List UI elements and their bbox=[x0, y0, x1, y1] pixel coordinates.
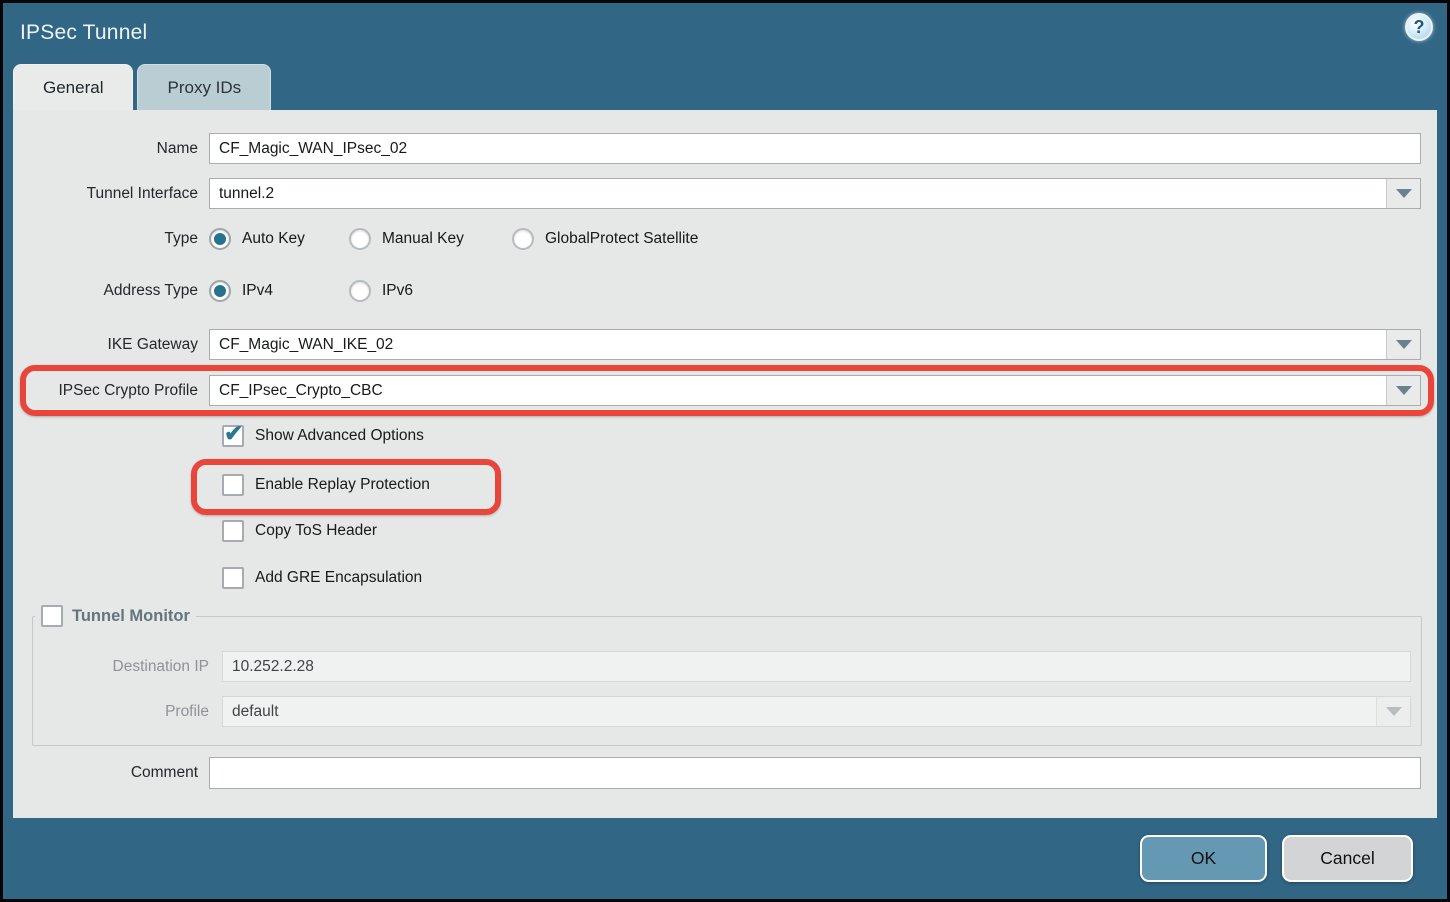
type-label: Type bbox=[13, 230, 209, 248]
tunnel-monitor-checkbox[interactable] bbox=[41, 605, 63, 627]
manual-key-label: Manual Key bbox=[382, 230, 464, 248]
address-type-label: Address Type bbox=[13, 282, 209, 300]
globalprotect-satellite-radio[interactable] bbox=[512, 228, 534, 250]
profile-input bbox=[223, 697, 1376, 726]
enable-replay-protection-checkbox[interactable] bbox=[222, 474, 244, 496]
show-advanced-options-row: Show Advanced Options bbox=[13, 424, 1437, 448]
ipsec-crypto-profile-dropdown-button[interactable] bbox=[1386, 376, 1420, 405]
tunnel-interface-row: Tunnel Interface bbox=[13, 178, 1437, 209]
tab-general[interactable]: General bbox=[13, 64, 133, 110]
help-icon[interactable]: ? bbox=[1405, 13, 1433, 41]
enable-replay-protection-row: Enable Replay Protection bbox=[13, 473, 1437, 497]
auto-key-radio[interactable] bbox=[209, 228, 231, 250]
dialog-titlebar: IPSec Tunnel ? bbox=[3, 3, 1447, 63]
destination-ip-row: Destination IP bbox=[33, 651, 1421, 682]
copy-tos-header-checkbox[interactable] bbox=[222, 520, 244, 542]
radio-option-globalprotect-satellite: GlobalProtect Satellite bbox=[512, 228, 698, 250]
profile-row: Profile bbox=[33, 696, 1421, 727]
show-advanced-options-label: Show Advanced Options bbox=[255, 427, 424, 445]
tunnel-interface-input[interactable] bbox=[210, 179, 1386, 208]
ipsec-crypto-profile-input[interactable] bbox=[210, 376, 1386, 405]
ike-gateway-dropdown-button[interactable] bbox=[1386, 330, 1420, 359]
ike-gateway-label: IKE Gateway bbox=[13, 336, 209, 354]
ipv6-label: IPv6 bbox=[382, 282, 413, 300]
tab-bar: General Proxy IDs bbox=[3, 63, 1447, 110]
add-gre-encapsulation-row: Add GRE Encapsulation bbox=[13, 566, 1437, 590]
profile-dropdown-button bbox=[1376, 697, 1410, 726]
manual-key-radio[interactable] bbox=[349, 228, 371, 250]
ipsec-crypto-profile-row: IPSec Crypto Profile bbox=[13, 375, 1437, 406]
auto-key-label: Auto Key bbox=[242, 230, 305, 248]
chevron-down-icon bbox=[1396, 340, 1412, 349]
destination-ip-input bbox=[223, 652, 1410, 681]
chevron-down-icon bbox=[1386, 707, 1402, 716]
tunnel-interface-dropdown-button[interactable] bbox=[1386, 179, 1420, 208]
enable-replay-protection-label: Enable Replay Protection bbox=[255, 476, 430, 494]
copy-tos-header-label: Copy ToS Header bbox=[255, 522, 377, 540]
radio-option-manual-key: Manual Key bbox=[349, 228, 512, 250]
profile-label: Profile bbox=[33, 703, 222, 721]
chevron-down-icon bbox=[1396, 189, 1412, 198]
tunnel-monitor-label: Tunnel Monitor bbox=[72, 607, 190, 626]
copy-tos-header-row: Copy ToS Header bbox=[13, 519, 1437, 543]
name-row: Name bbox=[13, 133, 1437, 164]
ok-button[interactable]: OK bbox=[1140, 835, 1267, 882]
general-tab-panel: Name Tunnel Interface Type bbox=[13, 110, 1437, 818]
ipv4-radio[interactable] bbox=[209, 280, 231, 302]
name-label: Name bbox=[13, 140, 209, 158]
ike-gateway-input[interactable] bbox=[210, 330, 1386, 359]
add-gre-encapsulation-checkbox[interactable] bbox=[222, 567, 244, 589]
radio-option-ipv6: IPv6 bbox=[349, 280, 413, 302]
destination-ip-label: Destination IP bbox=[33, 658, 222, 676]
radio-option-auto-key: Auto Key bbox=[209, 228, 349, 250]
tunnel-monitor-fieldset: Tunnel Monitor Destination IP Profile bbox=[32, 605, 1422, 746]
radio-option-ipv4: IPv4 bbox=[209, 280, 349, 302]
chevron-down-icon bbox=[1396, 386, 1412, 395]
tab-proxy-ids[interactable]: Proxy IDs bbox=[137, 64, 271, 110]
show-advanced-options-checkbox[interactable] bbox=[222, 425, 244, 447]
ipv4-label: IPv4 bbox=[242, 282, 273, 300]
tunnel-interface-label: Tunnel Interface bbox=[13, 185, 209, 203]
ipsec-crypto-profile-label: IPSec Crypto Profile bbox=[13, 382, 209, 400]
globalprotect-satellite-label: GlobalProtect Satellite bbox=[545, 230, 698, 248]
address-type-row: Address Type IPv4 IPv6 bbox=[13, 278, 1437, 304]
comment-label: Comment bbox=[13, 764, 209, 782]
dialog-title: IPSec Tunnel bbox=[20, 21, 147, 45]
dialog-footer: OK Cancel bbox=[3, 818, 1447, 899]
ipv6-radio[interactable] bbox=[349, 280, 371, 302]
ike-gateway-row: IKE Gateway bbox=[13, 329, 1437, 360]
ipsec-tunnel-dialog: IPSec Tunnel ? General Proxy IDs Name Tu… bbox=[0, 0, 1450, 902]
comment-row: Comment bbox=[13, 757, 1437, 789]
add-gre-encapsulation-label: Add GRE Encapsulation bbox=[255, 569, 422, 587]
comment-input[interactable] bbox=[209, 757, 1421, 789]
name-input[interactable] bbox=[209, 133, 1421, 164]
cancel-button[interactable]: Cancel bbox=[1282, 835, 1413, 882]
tunnel-monitor-legend: Tunnel Monitor bbox=[35, 605, 196, 627]
type-row: Type Auto Key Manual Key GlobalProtect S… bbox=[13, 226, 1437, 252]
